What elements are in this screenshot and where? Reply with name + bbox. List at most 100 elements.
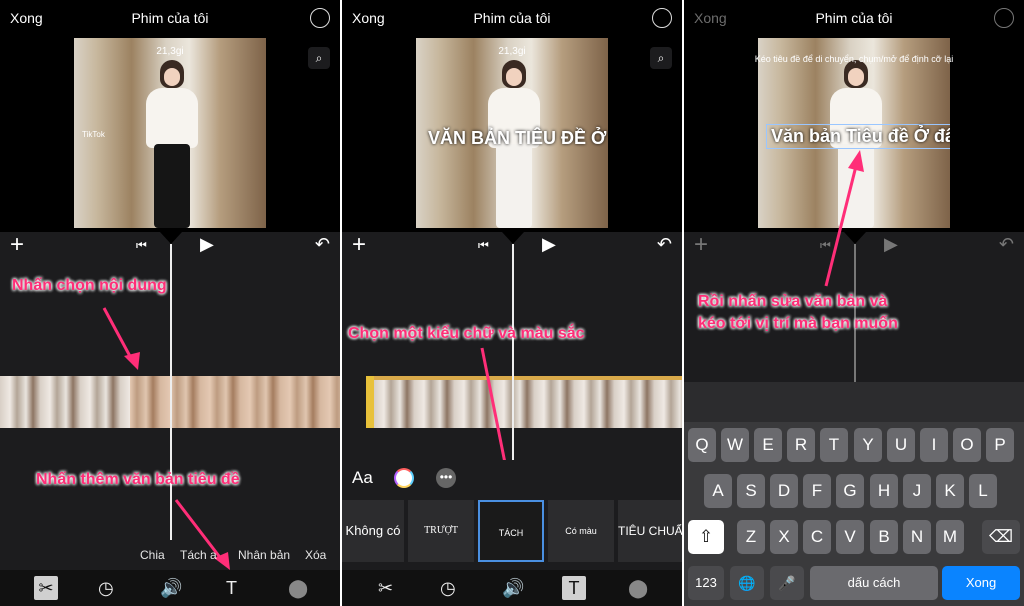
scissors-icon[interactable]: ✂ (34, 576, 58, 600)
video-timestamp: 21,3gi (498, 46, 526, 57)
text-icon[interactable]: T (226, 578, 237, 599)
callout-edit-line2: kéo tới vị trí mà bạn muốn (698, 315, 898, 332)
key-a[interactable]: A (704, 474, 732, 508)
key-f[interactable]: F (803, 474, 831, 508)
key-r[interactable]: R (787, 428, 815, 462)
timeline-clip[interactable] (366, 376, 682, 428)
top-bar: Xong Phim của tôi (0, 0, 340, 36)
key-p[interactable]: P (986, 428, 1014, 462)
page-title: Phim của tôi (815, 10, 893, 26)
add-media-icon[interactable]: + (694, 232, 708, 258)
key-t[interactable]: T (820, 428, 848, 462)
undo-icon[interactable]: ↶ (657, 234, 672, 255)
color-wheel-icon[interactable] (394, 468, 414, 488)
style-split[interactable]: TÁCH (478, 500, 544, 562)
title-styles-row: Không có TRƯỢT TÁCH Có màu TIÊU CHUẨ (342, 496, 682, 570)
panel-choose-style: Xong Phim của tôi 21,3gi VĂN BẢN TIÊU ĐỀ… (342, 0, 682, 606)
undo-icon[interactable]: ↶ (999, 234, 1014, 255)
duplicate-action[interactable]: Nhân bản (238, 548, 290, 562)
scissors-icon[interactable]: ✂ (378, 578, 393, 599)
skip-back-icon[interactable]: ⏮ (820, 238, 831, 253)
key-z[interactable]: Z (737, 520, 765, 554)
skip-back-icon[interactable]: ⏮ (478, 238, 489, 253)
add-media-icon[interactable]: + (352, 232, 366, 258)
zoom-icon[interactable]: ⌕ (308, 47, 330, 69)
undo-icon[interactable]: ↶ (315, 234, 330, 255)
style-colored[interactable]: Có màu (548, 500, 614, 562)
key-u[interactable]: U (887, 428, 915, 462)
volume-icon[interactable]: 🔊 (502, 578, 524, 599)
key-l[interactable]: L (969, 474, 997, 508)
key-n[interactable]: N (903, 520, 931, 554)
page-title: Phim của tôi (131, 10, 209, 26)
key-q[interactable]: Q (688, 428, 716, 462)
filters-icon[interactable]: ⬤ (628, 578, 648, 599)
volume-icon[interactable]: 🔊 (160, 578, 182, 599)
help-icon[interactable] (310, 8, 330, 28)
key-g[interactable]: G (836, 474, 864, 508)
page-title: Phim của tôi (473, 10, 551, 26)
key-c[interactable]: C (803, 520, 831, 554)
help-icon[interactable] (652, 8, 672, 28)
play-icon[interactable]: ▶ (200, 234, 214, 255)
add-media-icon[interactable]: + (10, 232, 24, 258)
style-standard[interactable]: TIÊU CHUẨ (618, 500, 682, 562)
key-d[interactable]: D (770, 474, 798, 508)
key-k[interactable]: K (936, 474, 964, 508)
key-v[interactable]: V (836, 520, 864, 554)
numbers-key[interactable]: 123 (688, 566, 724, 600)
playhead-line (854, 244, 856, 382)
skip-back-icon[interactable]: ⏮ (136, 238, 147, 253)
play-icon[interactable]: ▶ (884, 234, 898, 255)
clip-actions: Chia Tách a Nhân bản Xóa (0, 540, 340, 570)
zoom-icon[interactable]: ⌕ (650, 47, 672, 69)
key-e[interactable]: E (754, 428, 782, 462)
title-text-overlay-editing[interactable]: Văn bản Tiêu đề Ở đây (766, 124, 950, 149)
style-options-bar: Aa ••• (342, 460, 682, 496)
microphone-key[interactable]: 🎤 (770, 566, 804, 600)
speed-icon[interactable]: ◷ (98, 578, 114, 599)
bottom-toolbar: ✂ ◷ 🔊 T ⬤ (342, 570, 682, 606)
key-x[interactable]: X (770, 520, 798, 554)
video-preview[interactable]: Văn bản Tiêu đề Ở đây (758, 38, 950, 228)
drag-instruction: Kéo tiêu đề để di chuyển, chụm/mở để địn… (754, 54, 954, 64)
video-preview[interactable]: 21,3gi TikTok (74, 38, 266, 228)
speed-icon[interactable]: ◷ (440, 578, 456, 599)
key-m[interactable]: M (936, 520, 964, 554)
done-key[interactable]: Xong (942, 566, 1020, 600)
key-i[interactable]: I (920, 428, 948, 462)
more-options-icon[interactable]: ••• (436, 468, 456, 488)
key-j[interactable]: J (903, 474, 931, 508)
key-o[interactable]: O (953, 428, 981, 462)
callout-choose-style: Chọn một kiểu chữ và màu sắc (348, 325, 585, 342)
playhead-marker (844, 232, 866, 244)
bottom-toolbar: ✂ ◷ 🔊 T ⬤ (0, 570, 340, 606)
backspace-key[interactable]: ⌫ (982, 520, 1020, 554)
text-icon[interactable]: T (562, 576, 586, 600)
playhead-marker (160, 232, 182, 244)
split-action[interactable]: Chia (140, 548, 165, 562)
play-icon[interactable]: ▶ (542, 234, 556, 255)
delete-action[interactable]: Xóa (305, 548, 326, 562)
key-y[interactable]: Y (854, 428, 882, 462)
space-key[interactable]: dấu cách (810, 566, 938, 600)
top-bar: Xong Phim của tôi (342, 0, 682, 36)
key-s[interactable]: S (737, 474, 765, 508)
help-icon[interactable] (994, 8, 1014, 28)
key-h[interactable]: H (870, 474, 898, 508)
title-text-overlay[interactable]: VĂN BẢN TIÊU ĐỀ Ở ĐÂY (428, 128, 608, 149)
style-slide[interactable]: TRƯỢT (408, 500, 474, 562)
tiktok-watermark: TikTok (82, 130, 105, 139)
font-button[interactable]: Aa (352, 468, 373, 488)
key-b[interactable]: B (870, 520, 898, 554)
keyboard-suggestion-bar (684, 382, 1024, 422)
shift-key[interactable]: ⇧ (688, 520, 724, 554)
person-figure (144, 60, 200, 228)
filters-icon[interactable]: ⬤ (288, 578, 308, 599)
key-w[interactable]: W (721, 428, 749, 462)
globe-key[interactable]: 🌐 (730, 566, 764, 600)
playhead-line (170, 244, 172, 540)
detach-action[interactable]: Tách a (180, 548, 217, 562)
video-preview[interactable]: 21,3gi VĂN BẢN TIÊU ĐỀ Ở ĐÂY (416, 38, 608, 228)
style-none[interactable]: Không có (342, 500, 404, 562)
